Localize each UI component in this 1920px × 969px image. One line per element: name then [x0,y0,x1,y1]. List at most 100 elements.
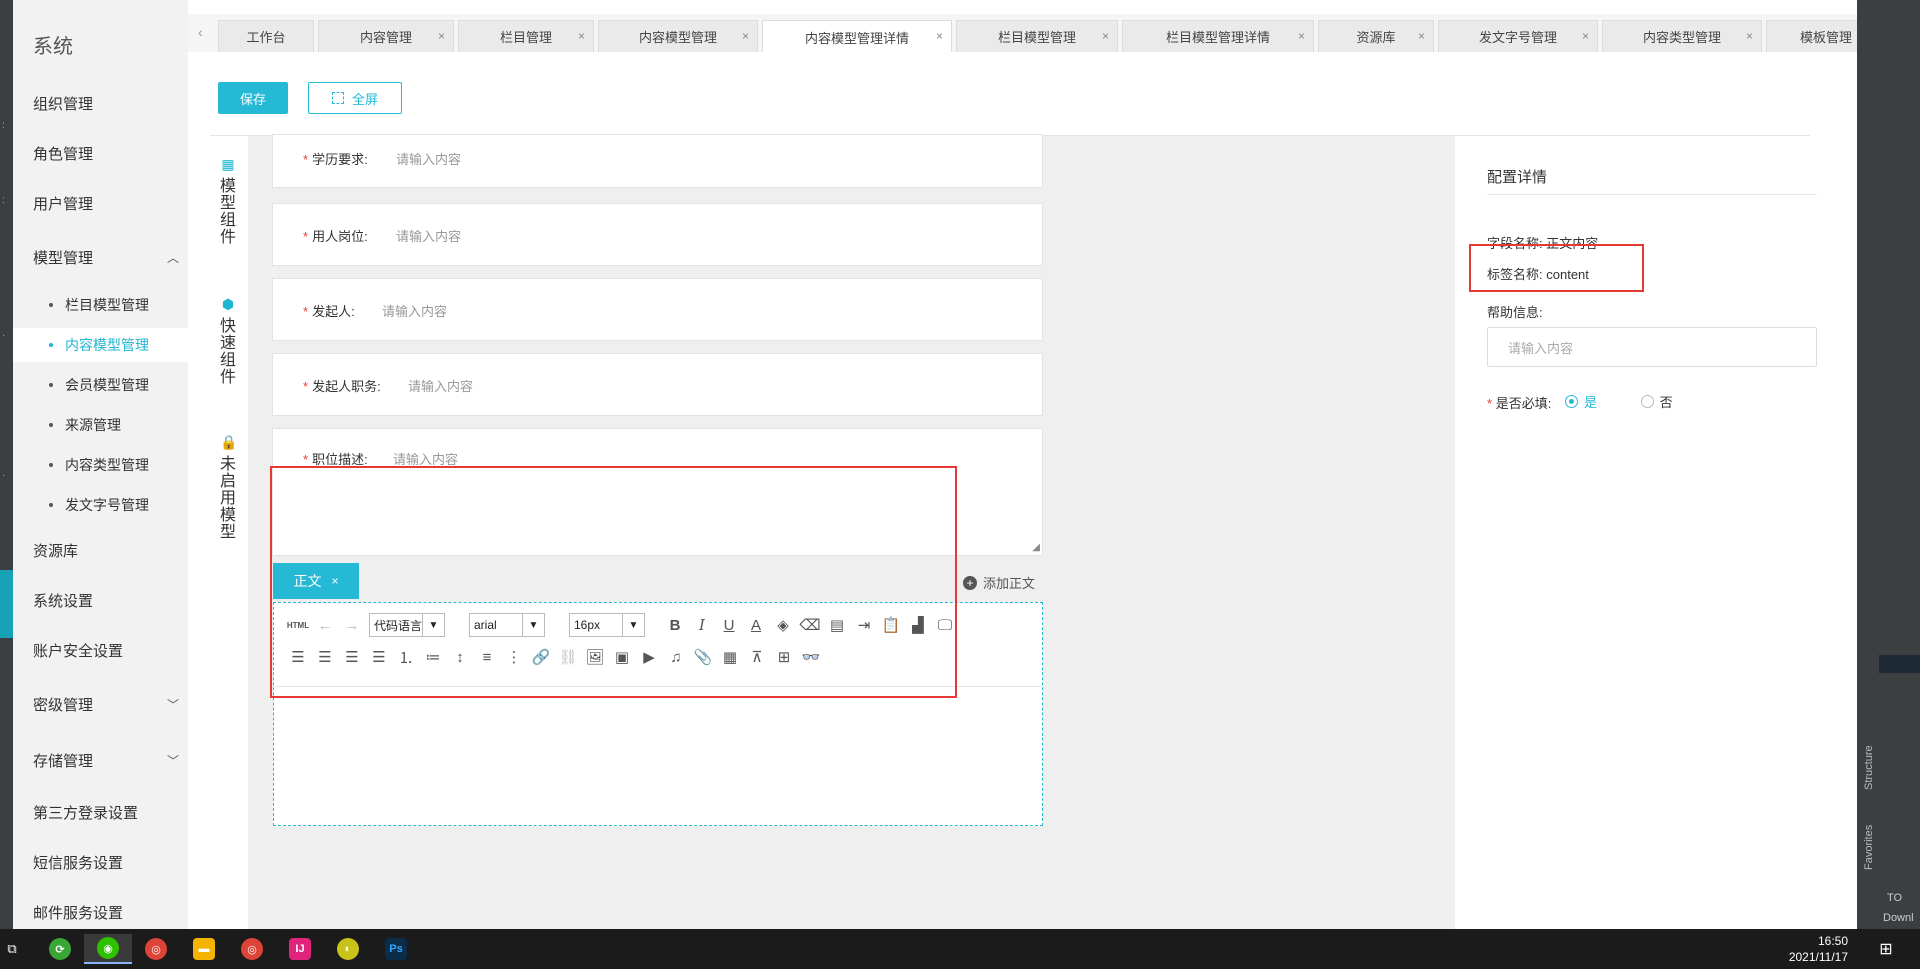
attachment-icon[interactable]: 📎 [693,647,713,667]
field-initiator-title[interactable]: * 发起人职务: 请输入内容 [272,353,1043,416]
sidebar-subitem-content-type[interactable]: 内容类型管理 [13,448,188,482]
tab-scroll-right-icon[interactable]: › [1840,24,1845,40]
redo-icon[interactable]: → [342,615,362,635]
sidebar-item-resources[interactable]: 资源库 [33,540,183,561]
tab-workbench[interactable]: 工作台 [218,20,314,52]
required-no-radio[interactable]: 否 [1640,392,1673,411]
code-language-select[interactable]: 代码语言 ▼ [369,613,445,637]
align-justify-icon[interactable]: ☰ [369,647,389,667]
sidebar-subitem-source[interactable]: 来源管理 [13,408,188,442]
structure-tab[interactable]: Structure [1863,745,1875,790]
tab-content-mgmt[interactable]: 内容管理 × [318,20,454,52]
resize-handle-icon[interactable]: ◢ [1032,542,1040,553]
close-icon[interactable]: × [1746,29,1753,43]
sidebar-subitem-content-model[interactable]: 内容模型管理 [13,328,188,362]
content-tab[interactable]: 正文 × [273,563,359,599]
fullscreen-button[interactable]: 全屏 [308,82,402,114]
indent-list-icon[interactable]: ⋮ [504,647,524,667]
tab-column-model-detail[interactable]: 栏目模型管理详情 × [1122,20,1314,52]
underline-icon[interactable]: U [719,615,739,635]
sidebar-subitem-column-model[interactable]: 栏目模型管理 [13,288,188,322]
close-icon[interactable]: × [742,29,749,43]
disabled-models-group[interactable]: 🔒 未启用模型 [208,434,248,541]
sidebar-item-email[interactable]: 邮件服务设置 [33,902,183,923]
undo-icon[interactable]: ← [315,615,335,635]
field-position[interactable]: * 用人岗位: 请输入内容 [272,203,1043,266]
save-button[interactable]: 保存 [218,82,288,114]
close-icon[interactable]: × [1298,29,1305,43]
tab-scroll-left-icon[interactable]: ‹ [198,24,203,40]
close-icon[interactable]: × [1418,29,1425,43]
sidebar-subitem-doc-number[interactable]: 发文字号管理 [13,488,188,522]
taskbar-app-photoshop[interactable]: Ps [372,934,420,964]
paragraph-spacing-icon[interactable]: ≡ [477,647,497,667]
taskbar-app-chrome[interactable]: ◎ [132,934,180,964]
font-family-select[interactable]: arial ▼ [469,613,545,637]
todo-tab[interactable]: TO [1887,892,1902,904]
taskbar-clock[interactable]: 16:50 2021/11/17 [1789,933,1848,965]
tab-column-model-mgmt[interactable]: 栏目模型管理 × [956,20,1118,52]
video-icon[interactable]: ▶ [639,647,659,667]
field-job-description[interactable]: * 职位描述: 请输入内容 ◢ [272,428,1043,556]
bold-icon[interactable]: B [665,615,685,635]
download-tab[interactable]: Downl [1883,912,1914,924]
sidebar-item-classification[interactable]: 密级管理 ﹀ [33,694,183,715]
favorites-tab[interactable]: Favorites [1863,825,1875,870]
paragraph-format-icon[interactable]: ▤ [827,615,847,635]
task-view-icon[interactable]: ⧉ [0,934,24,964]
sidebar-item-sms[interactable]: 短信服务设置 [33,852,183,873]
field-education[interactable]: * 学历要求: 请输入内容 [272,134,1043,188]
taskbar-app-360[interactable]: ⟳ [36,934,84,964]
tab-resources[interactable]: 资源库 × [1318,20,1434,52]
sidebar-item-role[interactable]: 角色管理 [33,143,183,164]
sidebar-item-third-party-login[interactable]: 第三方登录设置 [33,802,183,823]
preview-icon[interactable]: 🖵 [935,615,955,635]
indent-icon[interactable]: ⇥ [854,615,874,635]
close-icon[interactable]: × [578,29,585,43]
tab-content-model-detail[interactable]: 内容模型管理详情 × [762,20,952,52]
image-icon[interactable]: 🖼 [585,647,605,667]
line-height-icon[interactable]: ↕ [450,647,470,667]
html-source-icon[interactable]: HTML [287,615,309,635]
multi-image-icon[interactable]: ▣ [612,647,632,667]
link-icon[interactable]: 🔗 [531,647,551,667]
sidebar-item-system-settings[interactable]: 系统设置 [33,590,183,611]
tab-content-type[interactable]: 内容类型管理 × [1602,20,1762,52]
page-break-icon[interactable]: ⊼ [747,647,767,667]
windows-icon[interactable]: ⊞ [1866,934,1906,964]
close-icon[interactable]: × [331,574,338,588]
taskbar-app-chrome-2[interactable]: ◎ [228,934,276,964]
font-size-select[interactable]: 16px ▼ [569,613,645,637]
close-icon[interactable]: × [438,29,445,43]
field-initiator[interactable]: * 发起人: 请输入内容 [272,278,1043,341]
taskbar-app-browser[interactable]: ◐ [324,934,372,964]
sidebar-subitem-member-model[interactable]: 会员模型管理 [13,368,188,402]
tab-doc-number[interactable]: 发文字号管理 × [1438,20,1598,52]
quick-components-group[interactable]: ⬢ 快速组件 [208,296,248,386]
sidebar-item-org[interactable]: 组织管理 [33,93,183,114]
model-components-group[interactable]: ▦ 模型组件 [208,156,248,246]
highlight-color-icon[interactable]: ◈ [773,615,793,635]
taskbar-app-wechat[interactable]: ◉ [84,934,132,964]
rich-text-editor[interactable]: HTML ← → 代码语言 ▼ arial ▼ 16px ▼ B I U A ◈ ⌫ … [273,602,1043,826]
close-icon[interactable]: × [1582,29,1589,43]
align-center-icon[interactable]: ☰ [342,647,362,667]
help-input[interactable]: 请输入内容 [1487,327,1817,367]
close-icon[interactable]: × [936,29,943,43]
ordered-list-icon[interactable]: ⒈ [396,647,416,667]
format-painter-icon[interactable]: ▟ [908,615,928,635]
table-icon[interactable]: ⊞ [774,647,794,667]
music-icon[interactable]: ♫ [666,647,686,667]
close-icon[interactable]: × [1102,29,1109,43]
sidebar-item-storage[interactable]: 存储管理 ﹀ [33,750,183,771]
taskbar-app-explorer[interactable]: ▬ [180,934,228,964]
required-yes-radio[interactable]: 是 [1564,392,1597,411]
unordered-list-icon[interactable]: ≔ [423,647,443,667]
font-color-icon[interactable]: A [746,615,766,635]
align-right-icon[interactable]: ☰ [315,647,335,667]
unlink-icon[interactable]: ⛓ [558,647,578,667]
paste-icon[interactable]: 📋 [881,615,901,635]
taskbar-app-intellij[interactable]: IJ [276,934,324,964]
sidebar-item-model[interactable]: 模型管理 ︿ [33,247,183,268]
tab-column-mgmt[interactable]: 栏目管理 × [458,20,594,52]
